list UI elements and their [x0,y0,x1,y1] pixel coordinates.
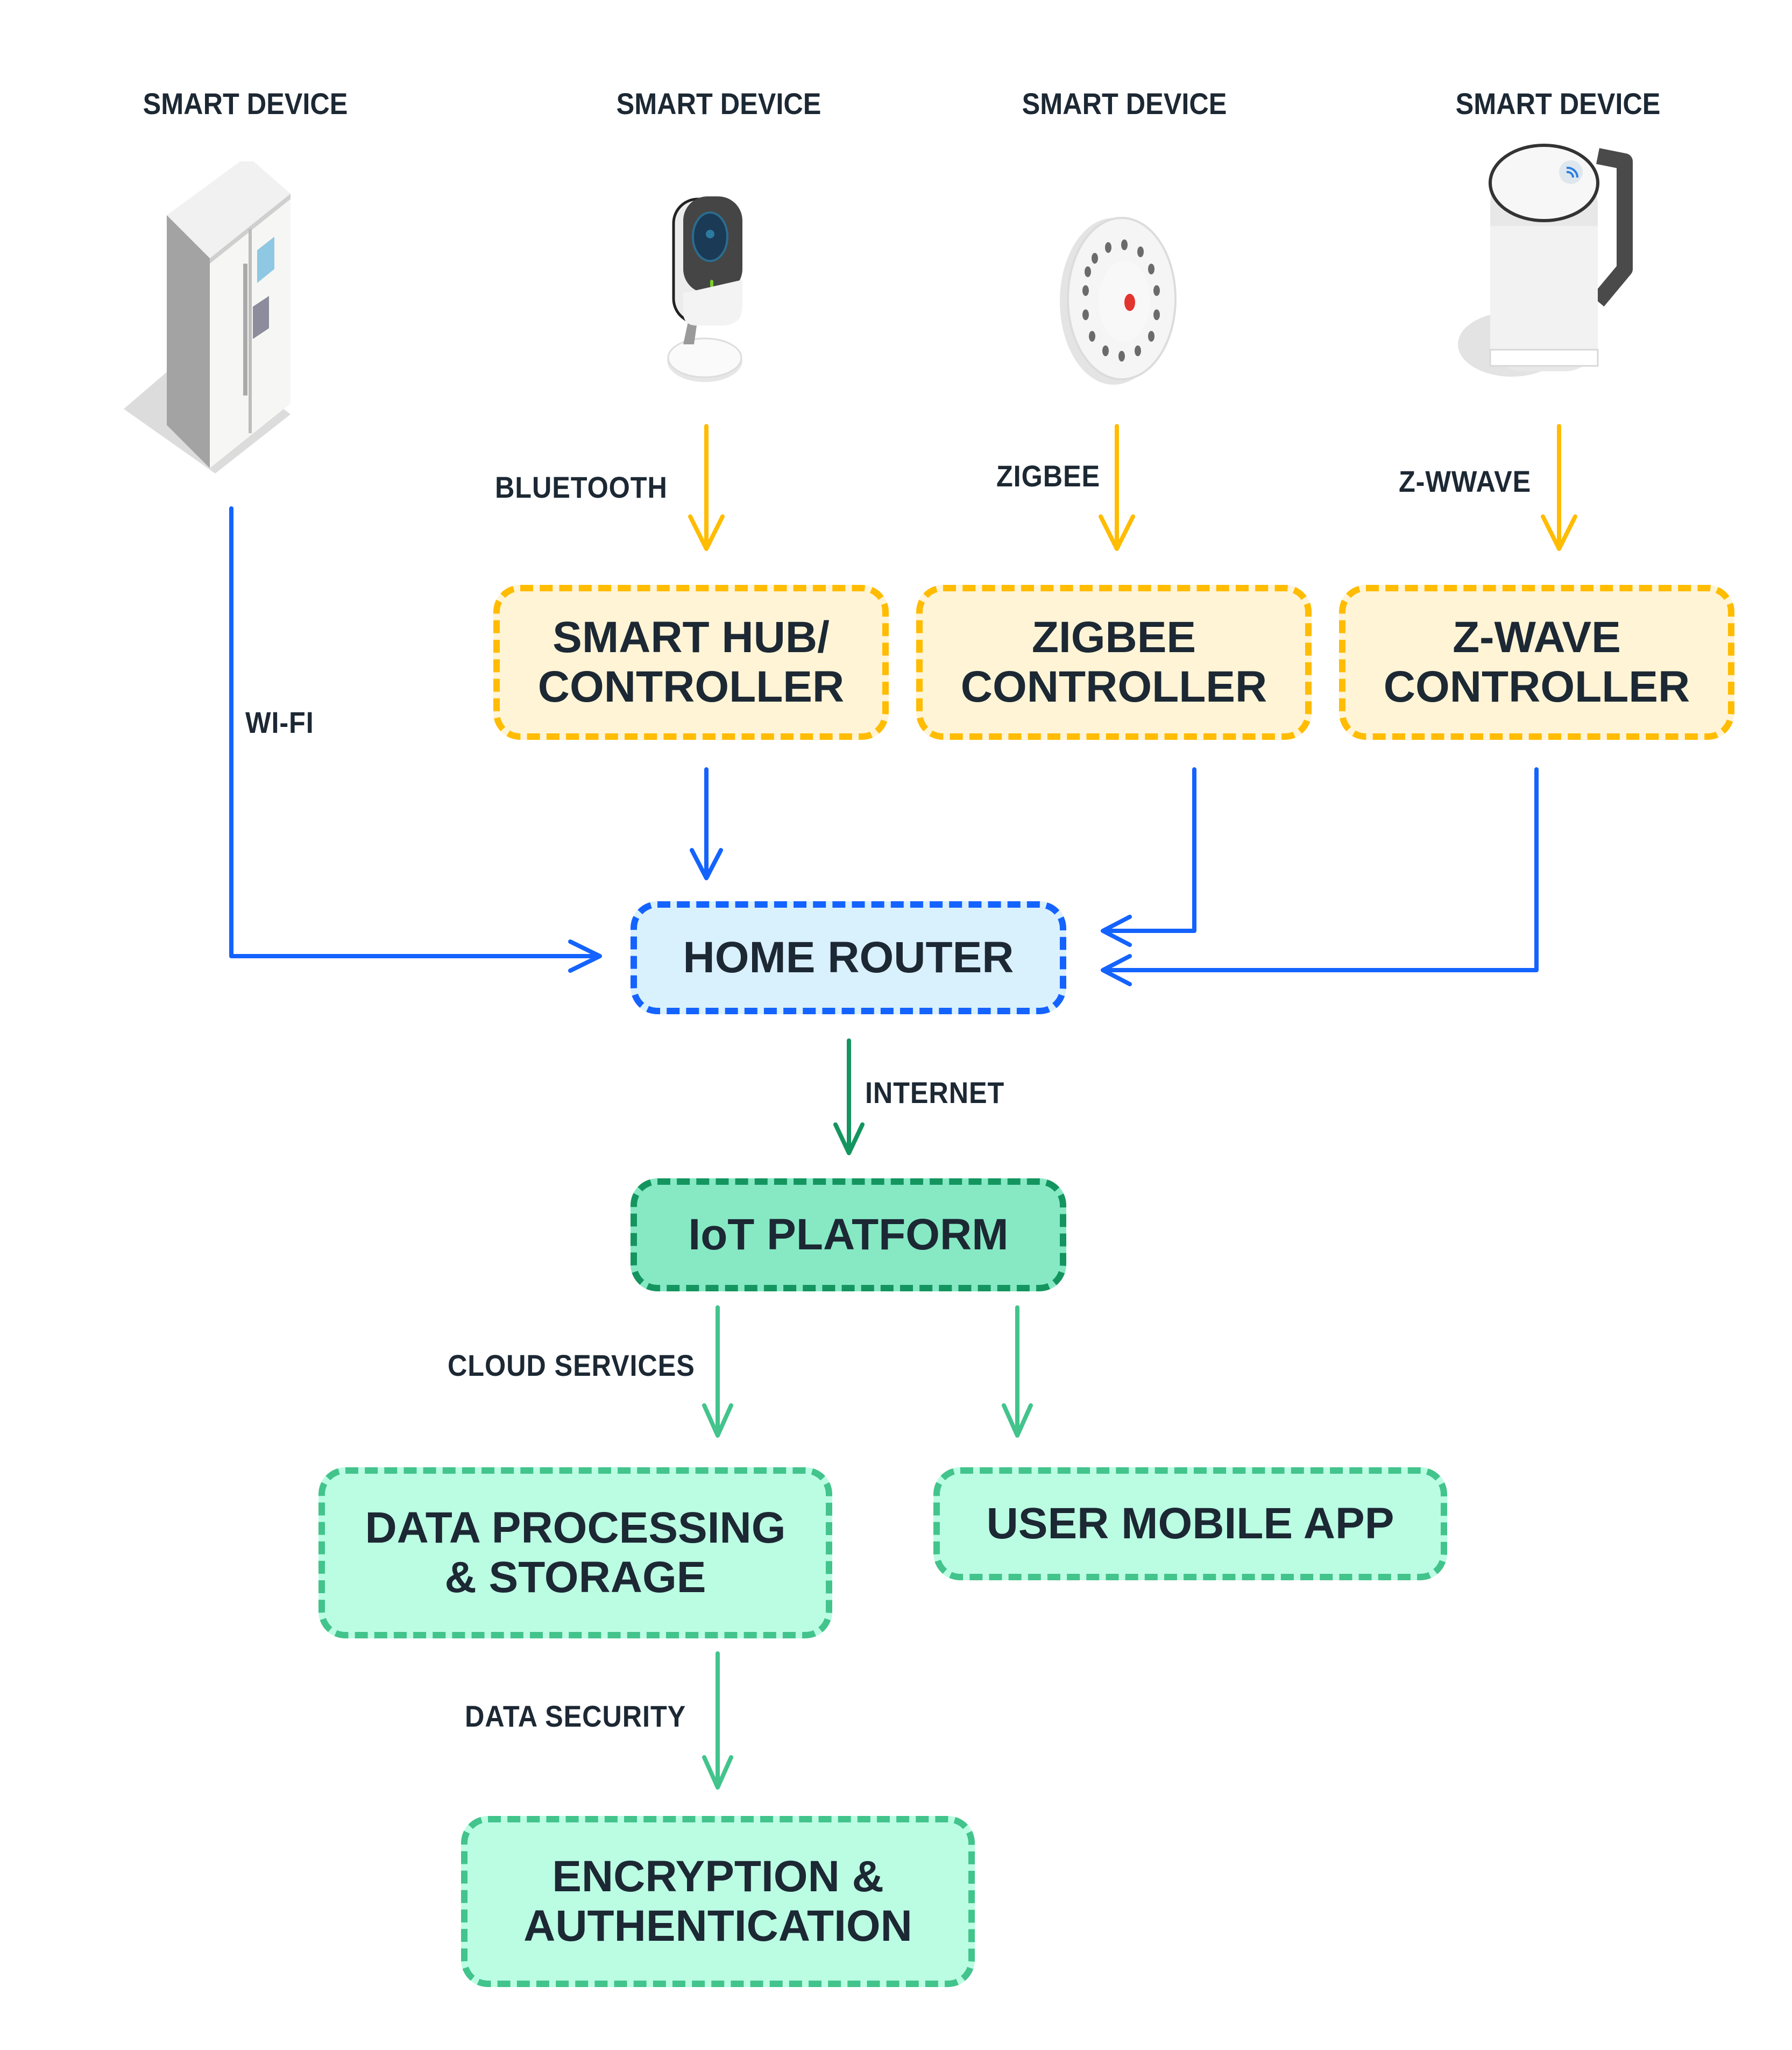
connectors [229,424,1577,1790]
iot-platform-node: IoT PLATFORM [631,1178,1066,1291]
node-line: SMART HUB/ [553,613,830,662]
label-cloud-services: CLOUD SERVICES [448,1348,695,1382]
encryption-node: ENCRYPTION & AUTHENTICATION [461,1816,975,1987]
node-line: ENCRYPTION & [552,1852,884,1901]
zwave-arrow [1541,424,1577,551]
mobile-app-arrow [1002,1305,1033,1438]
zigbee-controller-node: ZIGBEE CONTROLLER [916,585,1312,740]
hub-to-router-arrow [690,767,723,880]
zigbee-arrow [1099,424,1135,551]
user-mobile-app-node: USER MOBILE APP [933,1467,1447,1580]
home-router-node: HOME ROUTER [631,901,1066,1014]
node-line: ZIGBEE [1031,613,1196,662]
label-data-security: DATA SECURITY [465,1699,686,1733]
cloud-services-arrow [702,1305,733,1438]
label-zigbee: ZIGBEE [996,459,1101,493]
zwave-to-router-arrow [1101,767,1539,986]
node-line: AUTHENTICATION [523,1901,912,1950]
data-security-arrow [702,1651,733,1790]
bluetooth-arrow [688,424,725,551]
node-line: CONTROLLER [537,662,845,711]
node-line: Z-WAVE [1453,613,1621,662]
data-processing-node: DATA PROCESSING & STORAGE [318,1467,832,1638]
label-internet: INTERNET [865,1076,1005,1109]
internet-arrow [833,1038,865,1155]
label-zwave: Z-WWAVE [1399,464,1532,498]
zwave-controller-node: Z-WAVE CONTROLLER [1339,585,1734,740]
node-label: IoT PLATFORM [688,1210,1009,1259]
node-line: CONTROLLER [1383,662,1690,711]
zigbee-to-router-arrow [1101,767,1196,947]
label-wifi: WI-FI [245,705,314,739]
node-line: DATA PROCESSING [365,1503,786,1552]
smart-hub-controller-node: SMART HUB/CONTROLLER [493,585,889,740]
node-line: CONTROLLER [960,662,1267,711]
node-label: USER MOBILE APP [986,1499,1394,1548]
node-line: & STORAGE [444,1553,706,1602]
node-label: HOME ROUTER [683,933,1014,982]
label-bluetooth: BLUETOOTH [495,470,668,504]
